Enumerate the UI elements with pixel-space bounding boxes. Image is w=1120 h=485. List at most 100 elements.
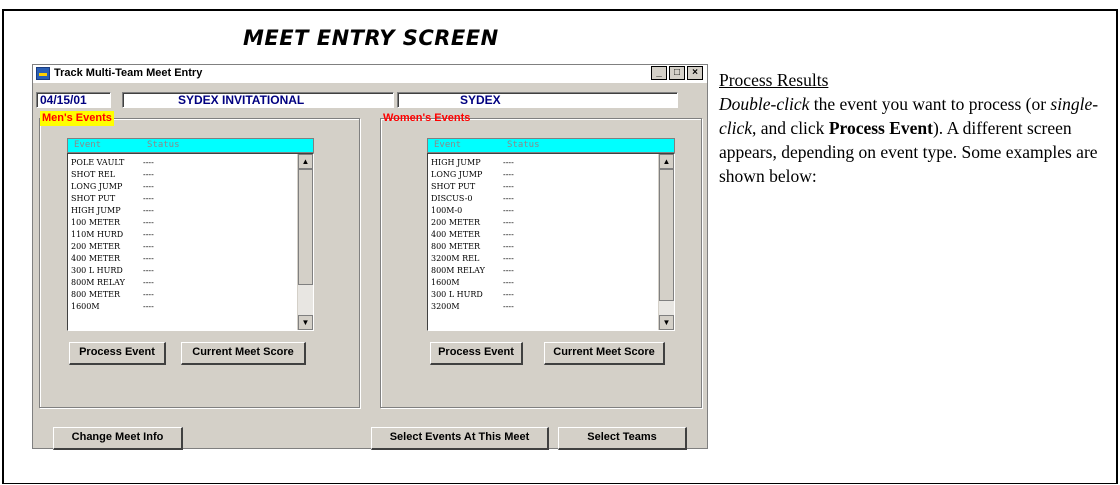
list-item[interactable]: DISCUS-0 ---- — [431, 193, 651, 205]
event-status: ---- — [143, 170, 154, 179]
womens-scrollbar[interactable]: ▲ ▼ — [658, 154, 674, 330]
event-status: ---- — [503, 278, 514, 287]
event-name: 1600M — [431, 278, 460, 287]
list-item[interactable]: 400 METER ---- — [431, 229, 651, 241]
event-status: ---- — [143, 182, 154, 191]
list-item[interactable]: 1600M ---- — [71, 301, 291, 313]
event-name: 3200M — [431, 302, 460, 311]
instructions-text: Process Results Double-click the event y… — [719, 68, 1109, 188]
event-status: ---- — [503, 254, 514, 263]
list-item[interactable]: LONG JUMP ---- — [431, 169, 651, 181]
event-name: SHOT PUT — [431, 182, 476, 191]
mens-col-status: Status — [147, 140, 180, 150]
event-name: 800 METER — [71, 290, 121, 299]
event-status: ---- — [143, 242, 154, 251]
date-field[interactable]: 04/15/01 — [36, 92, 111, 108]
womens-col-event: Event — [434, 140, 462, 150]
list-item[interactable]: 100M-0 ---- — [431, 205, 651, 217]
window-titlebar: Track Multi-Team Meet Entry _ □ × — [33, 65, 707, 83]
event-status: ---- — [143, 206, 154, 215]
list-item[interactable]: SHOT PUT ---- — [71, 193, 291, 205]
list-item[interactable]: 3200M ---- — [431, 301, 651, 313]
mens-scroll-thumb[interactable] — [298, 169, 313, 285]
list-item[interactable]: 800M RELAY ---- — [71, 277, 291, 289]
list-item[interactable]: 300 L HURD ---- — [71, 265, 291, 277]
event-name: POLE VAULT — [71, 158, 125, 167]
list-item[interactable]: 800M RELAY ---- — [431, 265, 651, 277]
scroll-up-icon[interactable]: ▲ — [298, 154, 313, 169]
mens-events-list[interactable]: POLE VAULT ---- SHOT REL ---- LONG JUMP ---- S… — [67, 153, 314, 331]
event-name: 100 METER — [71, 218, 121, 227]
instructions-body: Double-click the event you want to proce… — [719, 92, 1109, 188]
event-name: HIGH JUMP — [71, 206, 121, 215]
list-item[interactable]: HIGH JUMP ---- — [71, 205, 291, 217]
minimize-icon[interactable]: _ — [651, 66, 667, 80]
meet-entry-window: Track Multi-Team Meet Entry _ □ × 04/15/… — [32, 64, 708, 450]
event-status: ---- — [503, 290, 514, 299]
event-status: ---- — [143, 302, 154, 311]
mens-events-group: Men's Events Event Status POLE VAULT ----… — [39, 111, 360, 408]
event-name: 3200M REL — [431, 254, 480, 263]
list-item[interactable]: 110M HURD ---- — [71, 229, 291, 241]
list-item[interactable]: POLE VAULT ---- — [71, 157, 291, 169]
list-item[interactable]: 400 METER ---- — [71, 253, 291, 265]
mens-list-header: Event Status — [67, 138, 314, 153]
process-event-term: Process Event — [828, 118, 933, 138]
list-item[interactable]: 200 METER ---- — [71, 241, 291, 253]
event-name: 800M RELAY — [71, 278, 125, 287]
instructions-heading: Process Results — [719, 70, 829, 90]
event-status: ---- — [143, 218, 154, 227]
doc-title: MEET ENTRY SCREEN — [243, 26, 499, 50]
womens-current-score-button[interactable]: Current Meet Score — [544, 342, 665, 365]
mens-col-event: Event — [74, 140, 102, 150]
event-name: DISCUS-0 — [431, 194, 473, 203]
list-item[interactable]: 1600M ---- — [431, 277, 651, 289]
event-name: 300 L HURD — [71, 266, 123, 275]
event-status: ---- — [503, 242, 514, 251]
mens-scrollbar[interactable]: ▲ ▼ — [297, 154, 313, 330]
list-item[interactable]: 200 METER ---- — [431, 217, 651, 229]
scroll-down-icon[interactable]: ▼ — [298, 315, 313, 330]
event-status: ---- — [143, 194, 154, 203]
event-status: ---- — [503, 206, 514, 215]
womens-events-group: Women's Events Event Status HIGH JUMP ---… — [380, 112, 702, 408]
list-item[interactable]: LONG JUMP ---- — [71, 181, 291, 193]
change-meet-info-button[interactable]: Change Meet Info — [53, 427, 183, 450]
meet-name-field[interactable]: SYDEX INVITATIONAL — [122, 92, 394, 108]
instructions-part: the event you want to process (or — [809, 94, 1051, 114]
host-field[interactable]: SYDEX — [397, 92, 678, 108]
maximize-icon[interactable]: □ — [669, 66, 685, 80]
event-status: ---- — [143, 266, 154, 275]
event-status: ---- — [143, 158, 154, 167]
list-item[interactable]: 100 METER ---- — [71, 217, 291, 229]
list-item[interactable]: 800 METER ---- — [431, 241, 651, 253]
scroll-up-icon[interactable]: ▲ — [659, 154, 674, 169]
mens-process-event-button[interactable]: Process Event — [69, 342, 166, 365]
womens-events-list[interactable]: HIGH JUMP ---- LONG JUMP ---- SHOT PUT ---- DI… — [427, 153, 675, 331]
list-item[interactable]: 800 METER ---- — [71, 289, 291, 301]
event-status: ---- — [503, 230, 514, 239]
list-item[interactable]: SHOT REL ---- — [71, 169, 291, 181]
mens-events-label: Men's Events — [40, 111, 114, 126]
list-item[interactable]: 300 L HURD ---- — [431, 289, 651, 301]
mens-current-score-button[interactable]: Current Meet Score — [181, 342, 306, 365]
scroll-down-icon[interactable]: ▼ — [659, 315, 674, 330]
event-status: ---- — [143, 290, 154, 299]
select-events-button[interactable]: Select Events At This Meet — [371, 427, 549, 450]
womens-col-status: Status — [507, 140, 540, 150]
event-name: 100M-0 — [431, 206, 463, 215]
close-icon[interactable]: × — [687, 66, 703, 80]
list-item[interactable]: SHOT PUT ---- — [431, 181, 651, 193]
womens-process-event-button[interactable]: Process Event — [430, 342, 523, 365]
select-teams-button[interactable]: Select Teams — [558, 427, 687, 450]
event-name: 300 L HURD — [431, 290, 483, 299]
list-item[interactable]: HIGH JUMP ---- — [431, 157, 651, 169]
event-name: 200 METER — [431, 218, 481, 227]
womens-scroll-thumb[interactable] — [659, 169, 674, 301]
app-icon — [36, 67, 50, 80]
event-name: 400 METER — [71, 254, 121, 263]
list-item[interactable]: 3200M REL ---- — [431, 253, 651, 265]
event-status: ---- — [503, 266, 514, 275]
event-name: 800 METER — [431, 242, 481, 251]
event-name: 1600M — [71, 302, 100, 311]
